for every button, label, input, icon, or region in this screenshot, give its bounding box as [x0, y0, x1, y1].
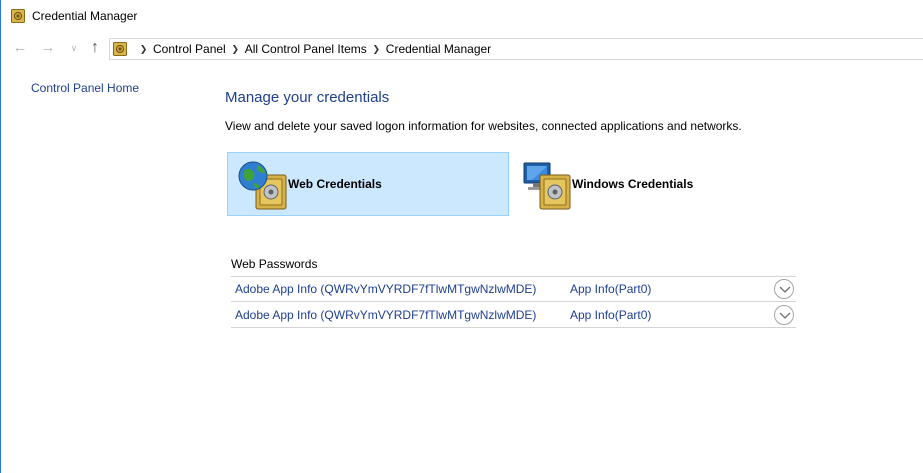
expand-chevron-icon[interactable]	[774, 279, 794, 299]
web-credentials-tile[interactable]: Web Credentials	[227, 152, 509, 216]
navigation-row: ← → ∨ ↑ ❯ Control Panel ❯ All Control Pa…	[1, 35, 923, 63]
credential-name: Adobe App Info (QWRvYmVYRDF7fTlwMTgwNzlw…	[235, 308, 537, 322]
breadcrumb-item-control-panel[interactable]: Control Panel	[153, 42, 226, 56]
page-description: View and delete your saved logon informa…	[225, 119, 742, 133]
vault-app-icon	[11, 9, 25, 23]
credential-user: App Info(Part0)	[570, 282, 652, 296]
chevron-right-icon[interactable]: ❯	[372, 44, 381, 55]
window-title: Credential Manager	[32, 9, 138, 23]
credential-name: Adobe App Info (QWRvYmVYRDF7fTlwMTgwNzlw…	[235, 282, 537, 296]
chevron-right-icon[interactable]: ❯	[139, 44, 148, 55]
control-panel-home-link[interactable]: Control Panel Home	[31, 81, 139, 95]
monitor-vault-icon	[523, 162, 571, 210]
chevron-down-icon[interactable]: ∨	[65, 39, 83, 57]
arrow-right-icon[interactable]: →	[39, 39, 57, 57]
breadcrumb: ❯ Control Panel ❯ All Control Panel Item…	[134, 42, 491, 56]
arrow-left-icon[interactable]: ←	[11, 39, 29, 57]
web-credentials-label: Web Credentials	[288, 177, 382, 191]
chevron-right-icon[interactable]: ❯	[231, 44, 240, 55]
credential-row[interactable]: Adobe App Info (QWRvYmVYRDF7fTlwMTgwNzlw…	[231, 303, 796, 328]
breadcrumb-item-all-items[interactable]: All Control Panel Items	[245, 42, 367, 56]
page-title: Manage your credentials	[225, 89, 390, 106]
address-bar[interactable]: ❯ Control Panel ❯ All Control Panel Item…	[109, 38, 923, 60]
credential-manager-window: Credential Manager ← → ∨ ↑ ❯ Control Pan…	[0, 0, 923, 473]
credential-user: App Info(Part0)	[570, 308, 652, 322]
windows-credentials-tile[interactable]: Windows Credentials	[511, 152, 793, 216]
breadcrumb-item-credential-manager[interactable]: Credential Manager	[386, 42, 491, 56]
expand-chevron-icon[interactable]	[774, 305, 794, 325]
globe-vault-icon	[238, 161, 287, 210]
arrow-up-icon[interactable]: ↑	[86, 39, 104, 57]
web-passwords-heading: Web Passwords	[231, 257, 318, 271]
credential-row[interactable]: Adobe App Info (QWRvYmVYRDF7fTlwMTgwNzlw…	[231, 277, 796, 302]
windows-credentials-label: Windows Credentials	[572, 177, 694, 191]
title-bar[interactable]: Credential Manager	[1, 0, 923, 33]
vault-location-icon	[113, 42, 127, 56]
